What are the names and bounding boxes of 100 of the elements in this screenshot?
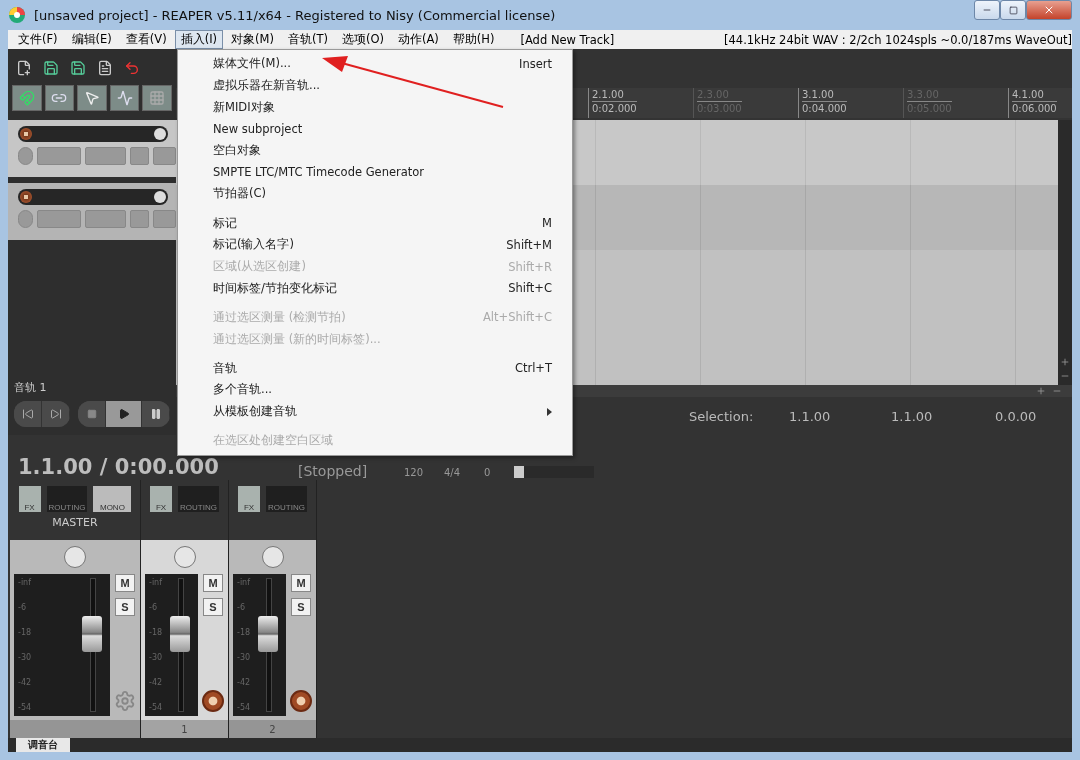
fader-thumb[interactable] (258, 615, 278, 652)
pan-knob[interactable] (64, 546, 86, 568)
strip-button[interactable]: FX (238, 486, 261, 512)
phase-button[interactable] (18, 147, 34, 165)
mute-button[interactable]: M (115, 574, 135, 592)
io-button[interactable] (129, 147, 149, 165)
toolbar-button[interactable] (44, 85, 75, 111)
scale-label: -inf (18, 578, 32, 587)
solo-button[interactable]: S (115, 598, 135, 616)
record-arm-button[interactable] (290, 690, 312, 712)
fader-thumb[interactable] (82, 615, 102, 652)
pan-knob[interactable] (261, 546, 284, 568)
skip-back-icon (21, 408, 34, 420)
mute-button[interactable]: M (291, 574, 311, 592)
go-to-end-button[interactable] (42, 401, 70, 427)
envelope-button[interactable] (37, 210, 82, 228)
time-label: 0:02.000 (592, 102, 637, 115)
menu-entry[interactable]: 多个音轨... (178, 379, 572, 401)
zoom-in-icon[interactable] (1036, 386, 1046, 396)
menu-item[interactable]: 选项(O) (335, 30, 390, 49)
io-button[interactable] (129, 210, 149, 228)
audio-status: [44.1kHz 24bit WAV : 2/2ch 1024spls ~0.0/187ms WaveOut] (724, 32, 1072, 47)
menu-entry[interactable]: New subproject (178, 118, 572, 140)
input-button[interactable] (85, 147, 126, 165)
time-signature: 4/4 (444, 467, 462, 478)
playrate-slider-thumb[interactable] (514, 466, 524, 478)
solo-button[interactable]: S (291, 598, 311, 616)
go-to-start-button[interactable] (14, 401, 42, 427)
menu-entry[interactable]: 空白对象 (178, 139, 572, 162)
minimize-button[interactable] (974, 0, 1000, 20)
scale-label: -42 (237, 678, 251, 687)
menu-entry[interactable]: 音轨 Ctrl+T (178, 357, 572, 380)
strip-button[interactable]: ROUTING (266, 486, 307, 512)
menu-entry[interactable]: 从模板创建音轨 (178, 400, 572, 423)
save-icon (70, 60, 86, 76)
menu-item[interactable]: 编辑(E) (65, 30, 118, 49)
stop-button[interactable] (78, 401, 106, 427)
track-label: 音轨 1 (13, 380, 48, 396)
scale-label: -54 (149, 703, 163, 712)
volume-knob[interactable] (154, 191, 166, 203)
strip-button[interactable]: FX (18, 486, 41, 512)
close-button[interactable] (1026, 0, 1072, 20)
grid-icon (149, 90, 166, 106)
play-state: [Stopped] (298, 464, 369, 478)
envelope-button[interactable] (37, 147, 82, 165)
selection-start: 1.1.00 (789, 408, 832, 424)
menu-entry[interactable]: 标记(输入名字) Shift+M (178, 234, 572, 256)
record-arm-button[interactable] (202, 690, 224, 712)
menu-entry[interactable]: 标记 M (178, 212, 572, 234)
track-name-bar[interactable] (18, 126, 168, 142)
menu-entry[interactable]: 时间标签/节拍变化标记 Shift+C (178, 277, 572, 300)
menu-entry[interactable]: 媒体文件(M)... Insert (178, 53, 572, 75)
scale-label: -30 (149, 653, 163, 662)
close-icon (1043, 4, 1055, 16)
solo-button[interactable]: S (203, 598, 223, 616)
scale-label: -54 (237, 703, 251, 712)
fx-button[interactable] (152, 147, 176, 165)
menu-entry[interactable]: 新MIDI对象 (178, 96, 572, 119)
window-title: [unsaved project] - REAPER v5.11/x64 - Registered to Nisy (Commercial license) (34, 7, 557, 23)
zoom-in-icon[interactable] (1060, 357, 1070, 367)
fx-button[interactable] (152, 210, 176, 228)
menu-item[interactable]: 查看(V) (119, 30, 173, 49)
add-track-link[interactable]: [Add New Track] (520, 32, 615, 47)
record-arm-button[interactable] (20, 191, 32, 203)
menu-entry[interactable]: 虚拟乐器在新音轨... (178, 74, 572, 97)
scale-label: -6 (237, 603, 246, 612)
strip-button[interactable]: FX (150, 486, 173, 512)
track-name-bar[interactable] (18, 189, 168, 205)
input-button[interactable] (85, 210, 126, 228)
menu-item[interactable]: 动作(A) (392, 30, 445, 49)
menu-item[interactable]: 插入(I) (174, 30, 224, 49)
strip-button[interactable]: ROUTING (46, 486, 88, 512)
magnet-icon (18, 90, 35, 106)
scale-label: -18 (237, 628, 251, 637)
strip-button[interactable]: MONO (93, 486, 132, 512)
menu-entry[interactable]: SMPTE LTC/MTC Timecode Generator (178, 161, 572, 184)
scale-label: -42 (149, 678, 163, 687)
menu-item[interactable]: 帮助(H) (446, 30, 501, 49)
maximize-button[interactable] (1000, 0, 1026, 20)
scale-label: -inf (149, 578, 163, 587)
tempo-value: 120 (404, 467, 425, 478)
menu-item[interactable]: 对象(M) (225, 30, 280, 49)
volume-knob[interactable] (154, 128, 166, 140)
pause-button[interactable] (142, 401, 170, 427)
play-button[interactable] (106, 401, 142, 427)
toolbar-button[interactable] (77, 85, 107, 111)
pan-knob[interactable] (173, 546, 196, 568)
mute-button[interactable]: M (203, 574, 223, 592)
scale-label: -54 (18, 703, 32, 712)
undo-icon (124, 60, 140, 76)
strip-button[interactable]: ROUTING (178, 486, 219, 512)
toolbar-button[interactable] (109, 85, 140, 111)
menu-item[interactable]: 音轨(T) (281, 30, 334, 49)
mixer-tab[interactable]: 调音台 (16, 738, 70, 752)
app-logo-icon (8, 6, 26, 24)
record-arm-button[interactable] (20, 128, 32, 140)
menu-item[interactable]: 文件(F) (12, 30, 64, 49)
pause-icon (149, 408, 162, 420)
fader-thumb[interactable] (170, 615, 190, 652)
menu-entry[interactable]: 节拍器(C) (178, 183, 572, 205)
